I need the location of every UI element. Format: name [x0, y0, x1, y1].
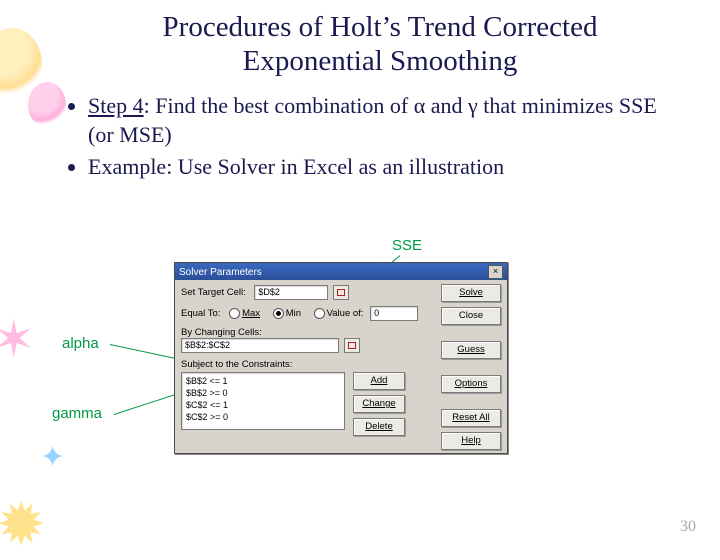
constraint-row: $C$2 >= 0 [186, 411, 340, 423]
decor-burst-blue: ✦ [40, 440, 65, 475]
title-line-2: Exponential Smoothing [243, 45, 518, 77]
label-value-of: Value of: [327, 308, 364, 319]
slide-number: 30 [680, 518, 696, 536]
annotation-alpha: alpha [62, 335, 99, 352]
title-line-1: Procedures of Holt’s Trend Corrected [163, 11, 598, 43]
changing-cells-field[interactable]: $B$2:$C$2 [181, 338, 339, 353]
close-button[interactable]: Close [441, 307, 501, 325]
guess-button[interactable]: Guess [441, 341, 501, 359]
solver-title: Solver Parameters [179, 267, 262, 278]
range-picker-icon-2[interactable] [344, 338, 360, 353]
label-max: Max [242, 308, 260, 319]
radio-value-of[interactable] [314, 308, 325, 319]
label-equal-to: Equal To: [181, 308, 220, 319]
bullet-example: Example: Use Solver in Excel as an illus… [88, 153, 680, 181]
radio-min[interactable] [273, 308, 284, 319]
decor-balloon-pink [28, 82, 66, 128]
options-button[interactable]: Options [441, 375, 501, 393]
label-set-target: Set Target Cell: [181, 287, 246, 298]
bullet-step4-lead: Step 4 [88, 93, 144, 118]
solver-dialog: Solver Parameters × Set Target Cell: $D$… [174, 262, 508, 454]
decor-burst-pink: ✶ [0, 310, 36, 370]
change-button[interactable]: Change [353, 395, 405, 413]
value-of-field[interactable]: 0 [370, 306, 418, 321]
solver-right-buttons: Solve Close Guess Options Reset All Help [441, 284, 501, 450]
target-cell-field[interactable]: $D$2 [254, 285, 328, 300]
close-icon[interactable]: × [488, 265, 503, 279]
add-button[interactable]: Add [353, 372, 405, 390]
slide-title: Procedures of Holt’s Trend Corrected Exp… [80, 10, 680, 78]
constraint-row: $C$2 <= 1 [186, 399, 340, 411]
delete-button[interactable]: Delete [353, 418, 405, 436]
annotation-sse: SSE [392, 237, 422, 254]
help-button[interactable]: Help [441, 432, 501, 450]
radio-max[interactable] [229, 308, 240, 319]
label-min: Min [286, 308, 301, 319]
decor-balloon-yellow [0, 28, 42, 100]
bullet-step4: Step 4: Find the best combination of α a… [88, 92, 680, 148]
range-picker-icon[interactable] [333, 285, 349, 300]
constraints-listbox[interactable]: $B$2 <= 1 $B$2 >= 0 $C$2 <= 1 $C$2 >= 0 [181, 372, 345, 430]
constraint-row: $B$2 >= 0 [186, 387, 340, 399]
annotation-gamma: gamma [52, 405, 102, 422]
solver-titlebar[interactable]: Solver Parameters × [175, 263, 507, 280]
bullet-step4-rest: : Find the best combination of α and γ t… [88, 93, 657, 146]
decor-burst-yellow: ✹ [0, 490, 46, 560]
solve-button[interactable]: Solve [441, 284, 501, 302]
reset-all-button[interactable]: Reset All [441, 409, 501, 427]
constraint-row: $B$2 <= 1 [186, 375, 340, 387]
bullet-list: Step 4: Find the best combination of α a… [68, 92, 680, 180]
